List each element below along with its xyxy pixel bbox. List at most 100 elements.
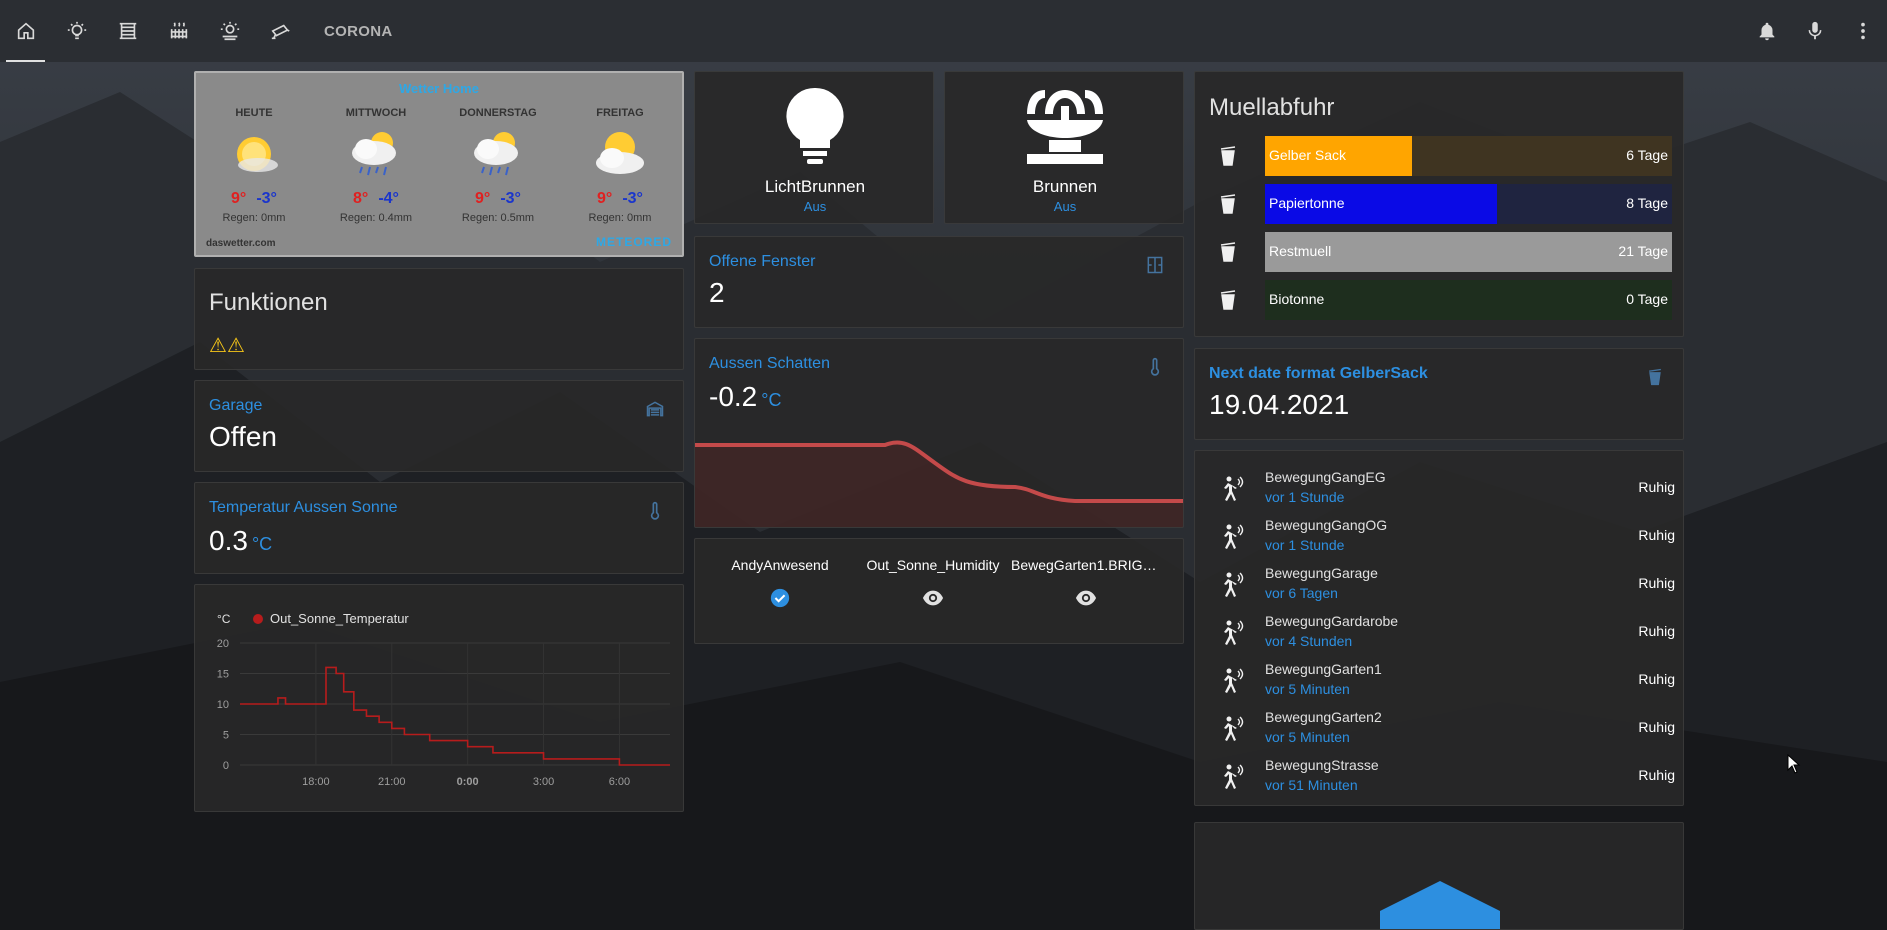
garage-label: Garage bbox=[209, 397, 263, 414]
bewegung-card: BewegungGangEG vor 1 Stunde Ruhig BewegungG… bbox=[1194, 450, 1684, 806]
chart-legend[interactable]: Out_Sonne_Temperatur bbox=[270, 611, 409, 626]
temperature-chart[interactable]: °C Out_Sonne_Temperatur 20 15 10 5 0 18:00 21:… bbox=[195, 585, 685, 813]
temp-sonne-label: Temperatur Aussen Sonne bbox=[209, 499, 398, 516]
weather-rain: Regen: 0mm bbox=[588, 212, 652, 224]
thermometer-icon bbox=[650, 501, 660, 520]
weather-high: 8° bbox=[353, 190, 369, 207]
gelbersack-date-card[interactable]: Next date format GelberSack 19.04.2021 bbox=[1194, 348, 1684, 440]
muell-days: 0 Tage bbox=[1626, 291, 1668, 307]
blinds-icon[interactable] bbox=[102, 0, 153, 62]
y-tick-label: 20 bbox=[217, 638, 229, 650]
motion-sensor-time: vor 5 Minuten bbox=[1265, 681, 1350, 697]
lightbulb-icon[interactable] bbox=[51, 0, 102, 62]
trash-icon bbox=[1220, 242, 1236, 262]
radiator-icon[interactable] bbox=[153, 0, 204, 62]
muell-item[interactable]: Restmuell 21 Tage bbox=[1209, 232, 1672, 272]
motion-sensor-row[interactable]: BewegungGarten2 vor 5 Minuten Ruhig bbox=[1209, 703, 1675, 751]
home-icon[interactable] bbox=[0, 0, 51, 62]
motion-sensor-name: BewegungGangEG bbox=[1265, 469, 1386, 485]
trash-icon bbox=[1649, 368, 1661, 386]
lightbulb-icon bbox=[786, 87, 844, 164]
gelbersack-label: Next date format GelberSack bbox=[1209, 365, 1428, 382]
weather-high: 9° bbox=[475, 190, 491, 207]
muell-progress: Biotonne 0 Tage bbox=[1265, 280, 1672, 320]
offene-fenster-label: Offene Fenster bbox=[709, 253, 816, 270]
y-tick-label: 10 bbox=[217, 699, 229, 711]
y-tick-label: 0 bbox=[223, 760, 229, 772]
offene-fenster-card[interactable]: Offene Fenster 2 bbox=[694, 236, 1184, 328]
muell-progress: Papiertonne 8 Tage bbox=[1265, 184, 1672, 224]
motion-sensor-state: Ruhig bbox=[1638, 671, 1675, 687]
brunnen-button[interactable]: Brunnen Aus bbox=[944, 71, 1184, 224]
motion-sensor-time: vor 4 Stunden bbox=[1265, 633, 1353, 649]
weather-day: FREITAG 9° -3° Regen: 0mm bbox=[570, 107, 670, 224]
weather-day: HEUTE 9° -3° Regen: 0mm bbox=[204, 107, 304, 224]
motion-sensor-row[interactable]: BewegungGangEG vor 1 Stunde Ruhig bbox=[1209, 463, 1675, 511]
rain-icon bbox=[474, 132, 518, 176]
tab-corona[interactable]: CORONA bbox=[324, 23, 392, 40]
garage-card[interactable]: Garage Offen bbox=[194, 380, 684, 472]
weather-low: -4° bbox=[378, 190, 399, 207]
weather-card[interactable]: Wetter Home HEUTE 9° -3° Regen: 0mm MITTW… bbox=[194, 71, 684, 257]
y-tick-label: 5 bbox=[223, 730, 229, 742]
glance-item[interactable]: BewegGarten1.BRIGH... bbox=[1011, 557, 1161, 609]
weather-low: -3° bbox=[256, 190, 277, 207]
weather-rain: Regen: 0.4mm bbox=[339, 212, 413, 224]
motion-sensor-row[interactable]: BewegungGarage vor 6 Tagen Ruhig bbox=[1209, 559, 1675, 607]
motion-sensor-name: BewegungGarage bbox=[1265, 565, 1378, 581]
muell-progress: Restmuell 21 Tage bbox=[1265, 232, 1672, 272]
aussen-schatten-label: Aussen Schatten bbox=[709, 355, 830, 372]
more-vert-icon[interactable] bbox=[1839, 0, 1887, 62]
weather-high: 9° bbox=[231, 190, 247, 207]
sparkline-graph bbox=[695, 440, 1183, 527]
house-card[interactable] bbox=[1194, 822, 1684, 930]
motion-sensor-row[interactable]: BewegungStrasse vor 51 Minuten Ruhig bbox=[1209, 751, 1675, 799]
microphone-icon[interactable] bbox=[1791, 0, 1839, 62]
bell-icon[interactable] bbox=[1743, 0, 1791, 62]
walking-icon bbox=[1224, 620, 1244, 645]
motion-sensor-row[interactable]: BewegungGangOG vor 1 Stunde Ruhig bbox=[1209, 511, 1675, 559]
motion-sensor-state: Ruhig bbox=[1638, 623, 1675, 639]
motion-sensor-row[interactable]: BewegungGardarobe vor 4 Stunden Ruhig bbox=[1209, 607, 1675, 655]
motion-sensor-state: Ruhig bbox=[1638, 767, 1675, 783]
warning-icon[interactable]: ⚠ bbox=[227, 335, 245, 357]
motion-sensor-name: BewegungGangOG bbox=[1265, 517, 1388, 533]
offene-fenster-value: 2 bbox=[709, 277, 725, 308]
lichtbrunnen-button[interactable]: LichtBrunnen Aus bbox=[694, 71, 934, 224]
warning-icon[interactable]: ⚠ bbox=[209, 335, 227, 357]
partly-cloudy-icon bbox=[596, 132, 644, 174]
button-state: Aus bbox=[803, 199, 827, 214]
legend-dot bbox=[253, 614, 263, 624]
motion-sensor-name: BewegungGarten2 bbox=[1265, 709, 1382, 725]
glance-name: BewegGarten1.BRIGH... bbox=[1011, 557, 1161, 573]
glance-item[interactable]: Out_Sonne_Humidity bbox=[858, 557, 1008, 609]
warning-icons[interactable]: ⚠⚠ bbox=[209, 333, 245, 358]
weather-source[interactable]: daswetter.com bbox=[206, 238, 275, 249]
aussen-schatten-card[interactable]: Aussen Schatten -0.2 °C bbox=[694, 338, 1184, 528]
card-title: Muellabfuhr bbox=[1209, 94, 1335, 121]
glance-item[interactable]: AndyAnwesend bbox=[705, 557, 855, 609]
walking-icon bbox=[1224, 476, 1244, 501]
weather-icon[interactable] bbox=[204, 0, 255, 62]
temp-sonne-value: 0.3 bbox=[209, 525, 248, 556]
cctv-icon[interactable] bbox=[255, 0, 306, 62]
x-tick-label: 0:00 bbox=[457, 776, 479, 788]
weather-title: Wetter Home bbox=[399, 81, 479, 96]
muell-name: Restmuell bbox=[1269, 243, 1332, 259]
glance-card: AndyAnwesend Out_Sonne_Humidity BewegGar… bbox=[694, 538, 1184, 644]
funktionen-card: Funktionen ⚠⚠ bbox=[194, 268, 684, 370]
muell-item[interactable]: Gelber Sack 6 Tage bbox=[1209, 136, 1672, 176]
weather-day: MITTWOCH 8° -4° Regen: 0.4mm bbox=[326, 107, 426, 224]
trash-icon bbox=[1220, 146, 1236, 166]
muell-item[interactable]: Papiertonne 8 Tage bbox=[1209, 184, 1672, 224]
muell-days: 21 Tage bbox=[1618, 243, 1668, 259]
weather-day-name: MITTWOCH bbox=[345, 107, 407, 119]
motion-sensor-row[interactable]: BewegungGarten1 vor 5 Minuten Ruhig bbox=[1209, 655, 1675, 703]
motion-sensor-name: BewegungStrasse bbox=[1265, 757, 1379, 773]
glance-name: Out_Sonne_Humidity bbox=[866, 557, 1000, 573]
temp-sonne-unit: °C bbox=[251, 534, 273, 554]
temperature-chart-card[interactable]: °C Out_Sonne_Temperatur 20 15 10 5 0 18:00 21:… bbox=[194, 584, 684, 812]
temp-sonne-card[interactable]: Temperatur Aussen Sonne 0.3 °C bbox=[194, 482, 684, 574]
muell-item[interactable]: Biotonne 0 Tage bbox=[1209, 280, 1672, 320]
motion-sensor-name: BewegungGardarobe bbox=[1265, 613, 1399, 629]
